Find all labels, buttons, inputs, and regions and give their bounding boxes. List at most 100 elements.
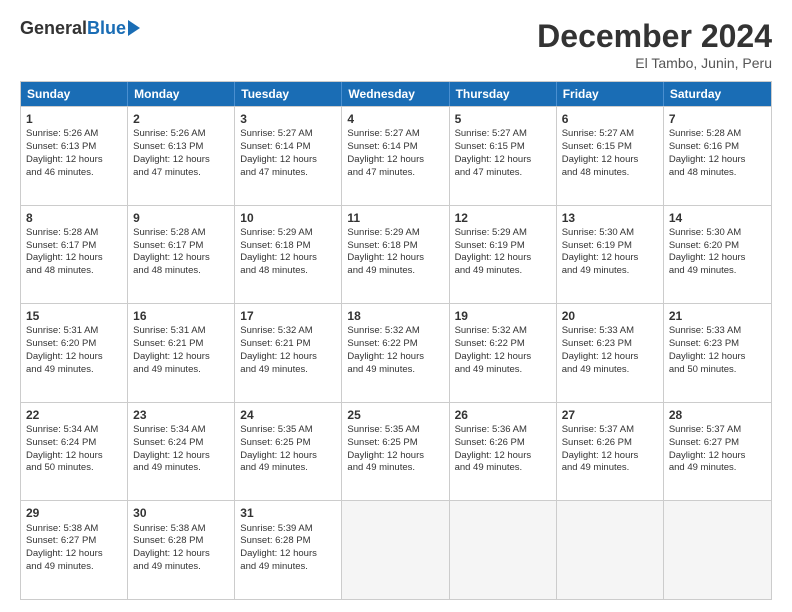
daylight-text: Daylight: 12 hours (669, 252, 746, 263)
day-number: 12 (455, 210, 551, 226)
daylight-text: Daylight: 12 hours (240, 252, 317, 263)
calendar-week-row: 15Sunrise: 5:31 AMSunset: 6:20 PMDayligh… (21, 303, 771, 402)
minutes-text: and 49 minutes. (26, 561, 94, 572)
minutes-text: and 49 minutes. (347, 462, 415, 473)
day-number: 22 (26, 407, 122, 423)
sunrise-text: Sunrise: 5:27 AM (455, 128, 527, 139)
minutes-text: and 48 minutes. (562, 167, 630, 178)
sunset-text: Sunset: 6:14 PM (240, 141, 310, 152)
day-number: 13 (562, 210, 658, 226)
logo-arrow-icon (128, 20, 140, 36)
sunrise-text: Sunrise: 5:33 AM (562, 325, 634, 336)
minutes-text: and 47 minutes. (455, 167, 523, 178)
calendar: SundayMondayTuesdayWednesdayThursdayFrid… (20, 81, 772, 600)
sunrise-text: Sunrise: 5:35 AM (347, 424, 419, 435)
calendar-cell: 10Sunrise: 5:29 AMSunset: 6:18 PMDayligh… (235, 206, 342, 304)
minutes-text: and 49 minutes. (562, 462, 630, 473)
minutes-text: and 47 minutes. (347, 167, 415, 178)
sunset-text: Sunset: 6:28 PM (240, 535, 310, 546)
minutes-text: and 49 minutes. (347, 364, 415, 375)
minutes-text: and 48 minutes. (240, 265, 308, 276)
daylight-text: Daylight: 12 hours (26, 154, 103, 165)
daylight-text: Daylight: 12 hours (347, 154, 424, 165)
minutes-text: and 49 minutes. (455, 364, 523, 375)
day-number: 10 (240, 210, 336, 226)
sunset-text: Sunset: 6:20 PM (26, 338, 96, 349)
day-number: 1 (26, 111, 122, 127)
calendar-cell: 1Sunrise: 5:26 AMSunset: 6:13 PMDaylight… (21, 107, 128, 205)
calendar-day-header: Monday (128, 82, 235, 106)
daylight-text: Daylight: 12 hours (133, 548, 210, 559)
calendar-cell: 25Sunrise: 5:35 AMSunset: 6:25 PMDayligh… (342, 403, 449, 501)
calendar-day-header: Friday (557, 82, 664, 106)
sunset-text: Sunset: 6:19 PM (455, 240, 525, 251)
minutes-text: and 49 minutes. (455, 265, 523, 276)
calendar-cell (664, 501, 771, 599)
day-number: 25 (347, 407, 443, 423)
day-number: 6 (562, 111, 658, 127)
calendar-cell: 17Sunrise: 5:32 AMSunset: 6:21 PMDayligh… (235, 304, 342, 402)
calendar-cell: 28Sunrise: 5:37 AMSunset: 6:27 PMDayligh… (664, 403, 771, 501)
minutes-text: and 49 minutes. (669, 265, 737, 276)
sunset-text: Sunset: 6:16 PM (669, 141, 739, 152)
minutes-text: and 50 minutes. (26, 462, 94, 473)
daylight-text: Daylight: 12 hours (455, 450, 532, 461)
calendar-week-row: 22Sunrise: 5:34 AMSunset: 6:24 PMDayligh… (21, 402, 771, 501)
calendar-cell: 11Sunrise: 5:29 AMSunset: 6:18 PMDayligh… (342, 206, 449, 304)
sunrise-text: Sunrise: 5:28 AM (133, 227, 205, 238)
minutes-text: and 49 minutes. (240, 561, 308, 572)
sunrise-text: Sunrise: 5:30 AM (562, 227, 634, 238)
minutes-text: and 49 minutes. (562, 265, 630, 276)
sunset-text: Sunset: 6:21 PM (133, 338, 203, 349)
calendar-cell: 22Sunrise: 5:34 AMSunset: 6:24 PMDayligh… (21, 403, 128, 501)
sunrise-text: Sunrise: 5:34 AM (26, 424, 98, 435)
sunrise-text: Sunrise: 5:36 AM (455, 424, 527, 435)
calendar-cell: 20Sunrise: 5:33 AMSunset: 6:23 PMDayligh… (557, 304, 664, 402)
daylight-text: Daylight: 12 hours (455, 351, 532, 362)
logo-text: General Blue (20, 18, 140, 39)
daylight-text: Daylight: 12 hours (26, 252, 103, 263)
calendar-week-row: 29Sunrise: 5:38 AMSunset: 6:27 PMDayligh… (21, 500, 771, 599)
logo-general: General (20, 18, 87, 39)
day-number: 16 (133, 308, 229, 324)
sunrise-text: Sunrise: 5:27 AM (240, 128, 312, 139)
sunset-text: Sunset: 6:15 PM (562, 141, 632, 152)
calendar-cell: 26Sunrise: 5:36 AMSunset: 6:26 PMDayligh… (450, 403, 557, 501)
sunrise-text: Sunrise: 5:29 AM (240, 227, 312, 238)
sunset-text: Sunset: 6:20 PM (669, 240, 739, 251)
day-number: 4 (347, 111, 443, 127)
calendar-cell (557, 501, 664, 599)
calendar-cell: 21Sunrise: 5:33 AMSunset: 6:23 PMDayligh… (664, 304, 771, 402)
day-number: 8 (26, 210, 122, 226)
sunset-text: Sunset: 6:17 PM (133, 240, 203, 251)
sunrise-text: Sunrise: 5:37 AM (562, 424, 634, 435)
minutes-text: and 48 minutes. (26, 265, 94, 276)
calendar-cell: 4Sunrise: 5:27 AMSunset: 6:14 PMDaylight… (342, 107, 449, 205)
minutes-text: and 49 minutes. (133, 364, 201, 375)
day-number: 17 (240, 308, 336, 324)
calendar-week-row: 8Sunrise: 5:28 AMSunset: 6:17 PMDaylight… (21, 205, 771, 304)
sunset-text: Sunset: 6:19 PM (562, 240, 632, 251)
sunrise-text: Sunrise: 5:29 AM (455, 227, 527, 238)
sunrise-text: Sunrise: 5:33 AM (669, 325, 741, 336)
daylight-text: Daylight: 12 hours (562, 450, 639, 461)
sunset-text: Sunset: 6:14 PM (347, 141, 417, 152)
sunrise-text: Sunrise: 5:30 AM (669, 227, 741, 238)
sunrise-text: Sunrise: 5:34 AM (133, 424, 205, 435)
sunrise-text: Sunrise: 5:38 AM (133, 523, 205, 534)
sunrise-text: Sunrise: 5:35 AM (240, 424, 312, 435)
daylight-text: Daylight: 12 hours (669, 351, 746, 362)
sunset-text: Sunset: 6:22 PM (347, 338, 417, 349)
daylight-text: Daylight: 12 hours (669, 154, 746, 165)
sunrise-text: Sunrise: 5:32 AM (240, 325, 312, 336)
header: General Blue December 2024 El Tambo, Jun… (20, 18, 772, 71)
calendar-cell (450, 501, 557, 599)
sunrise-text: Sunrise: 5:31 AM (26, 325, 98, 336)
sunset-text: Sunset: 6:17 PM (26, 240, 96, 251)
calendar-cell: 12Sunrise: 5:29 AMSunset: 6:19 PMDayligh… (450, 206, 557, 304)
calendar-cell: 6Sunrise: 5:27 AMSunset: 6:15 PMDaylight… (557, 107, 664, 205)
calendar-cell: 3Sunrise: 5:27 AMSunset: 6:14 PMDaylight… (235, 107, 342, 205)
sunset-text: Sunset: 6:21 PM (240, 338, 310, 349)
day-number: 20 (562, 308, 658, 324)
day-number: 5 (455, 111, 551, 127)
